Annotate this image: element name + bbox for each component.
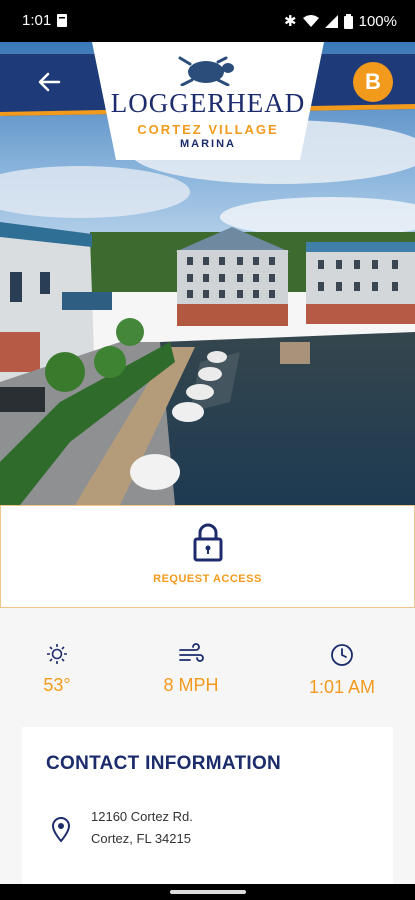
battery-icon — [343, 13, 353, 29]
wind-value: 8 MPH — [163, 675, 219, 695]
temperature-item: 53° — [0, 643, 117, 696]
time-value: 1:01 AM — [308, 677, 376, 697]
bluetooth-icon: ✱ — [284, 13, 297, 30]
address-line-2[interactable]: Cortez, FL 34215 — [91, 831, 191, 846]
lock-icon — [193, 523, 223, 562]
time-item: 1:01 AM — [282, 643, 402, 698]
weather-summary: 53° 8 MPH 1:01 AM — [0, 607, 415, 727]
status-bar: 1:01 ✱ 100% — [0, 0, 415, 42]
clock-icon — [331, 644, 353, 666]
notification-icon — [57, 14, 67, 27]
wifi-icon — [302, 15, 319, 27]
signal-icon — [324, 14, 338, 28]
back-arrow-icon — [38, 72, 61, 92]
battery-percent: 100% — [358, 12, 397, 30]
logo-marina: MARINA — [180, 138, 236, 150]
turtle-logo-icon — [178, 56, 234, 86]
home-gesture-handle[interactable] — [170, 890, 246, 894]
status-indicators: ✱ 100% — [284, 12, 397, 31]
logo-title: LOGGERHEAD — [110, 88, 306, 118]
request-access-button[interactable]: REQUEST ACCESS — [0, 505, 415, 608]
request-access-label: REQUEST ACCESS — [153, 573, 262, 585]
wind-icon — [179, 643, 204, 662]
marina-logo: LOGGERHEAD CORTEZ VILLAGE MARINA — [92, 42, 324, 160]
contact-title: CONTACT INFORMATION — [46, 753, 282, 774]
system-nav-bar — [0, 884, 415, 900]
sun-icon — [47, 644, 67, 664]
contact-card: CONTACT INFORMATION 12160 Cortez Rd. Cor… — [22, 727, 393, 897]
logo-subtitle: CORTEZ VILLAGE — [137, 122, 279, 137]
back-button[interactable] — [32, 68, 66, 96]
status-time: 1:01 — [22, 12, 52, 29]
location-pin-icon — [52, 817, 70, 843]
wind-item: 8 MPH — [131, 643, 251, 696]
user-avatar[interactable]: B — [353, 62, 393, 102]
address-line-1[interactable]: 12160 Cortez Rd. — [91, 809, 193, 824]
temperature-value: 53° — [43, 675, 71, 695]
